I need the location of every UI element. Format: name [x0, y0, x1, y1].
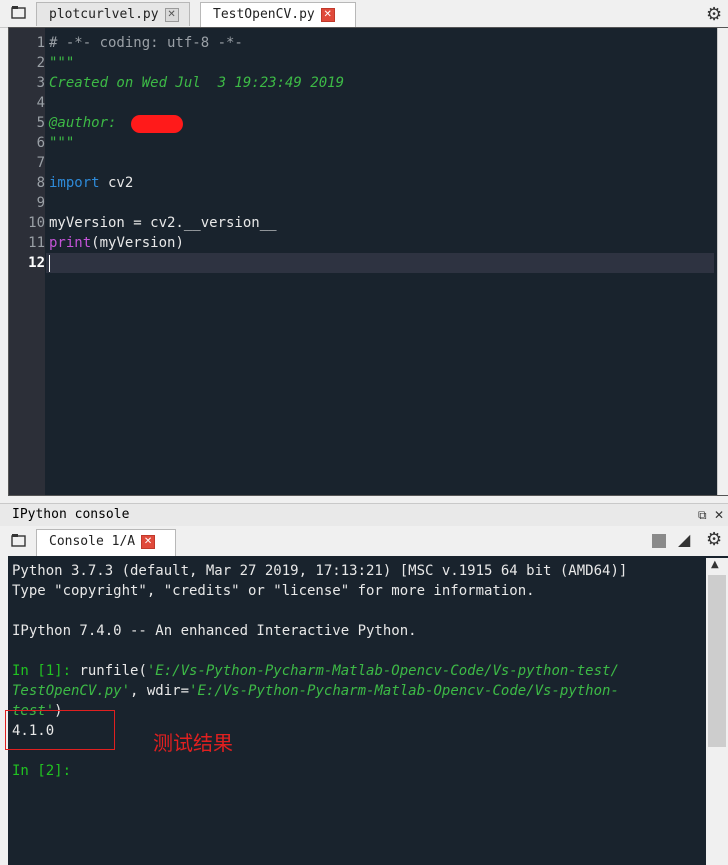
console-text: , wdir=	[130, 683, 190, 699]
close-icon[interactable]: ✕	[141, 534, 156, 549]
code-line: import cv2	[49, 173, 133, 193]
close-icon[interactable]: ✕	[164, 7, 179, 22]
text-caret	[49, 255, 50, 272]
result-highlight-box	[5, 710, 115, 750]
tab-label: TestOpenCV.py	[213, 7, 315, 22]
line-number: 8	[36, 175, 45, 191]
tab-label: Console 1/A	[49, 534, 136, 549]
tab-testopencv[interactable]: TestOpenCV.py ✕	[200, 2, 356, 28]
code-line: """	[49, 55, 75, 71]
editor-tab-bar: plotcurlvel.py ✕ TestOpenCV.py ✕ ⚙	[0, 0, 728, 28]
undock-icon[interactable]: ⧉	[698, 504, 707, 526]
line-number: 10	[28, 215, 45, 231]
input-prompt: In [2]:	[12, 763, 72, 779]
line-number: 3	[36, 75, 45, 91]
browse-tabs-icon[interactable]	[10, 532, 28, 550]
line-number: 1	[36, 35, 45, 51]
code-text: cv2	[99, 175, 134, 191]
console-line: Python 3.7.3 (default, Mar 27 2019, 17:1…	[12, 563, 628, 579]
string-literal: 'E:/Vs-Python-Pycharm-Matlab-Opencv-Code…	[189, 683, 619, 699]
current-line-highlight	[46, 253, 714, 273]
code-line: """	[49, 135, 75, 151]
code-line: print(myVersion)	[49, 233, 184, 253]
close-icon[interactable]: ✕	[714, 504, 724, 526]
line-number: 5	[36, 115, 45, 131]
stop-icon[interactable]	[652, 534, 666, 548]
console-input-line: In [1]: runfile('E:/Vs-Python-Pycharm-Ma…	[12, 661, 619, 681]
builtin: print	[49, 235, 92, 251]
result-annotation: 测试结果	[153, 731, 233, 755]
tab-plotcurlvel[interactable]: plotcurlvel.py ✕	[36, 2, 190, 26]
code-line: myVersion = cv2.__version__	[49, 215, 277, 231]
console-scrollbar-thumb[interactable]	[708, 575, 726, 747]
input-prompt: In [1]:	[12, 663, 72, 679]
console-line: Type "copyright", "credits" or "license"…	[12, 583, 535, 599]
line-number: 4	[36, 95, 45, 111]
line-number: 2	[36, 55, 45, 71]
code-line: # -*- coding: utf-8 -*-	[49, 35, 243, 51]
code-text: (myVersion)	[91, 235, 184, 251]
console-text: runfile(	[71, 663, 147, 679]
string-literal: 'E:/Vs-Python-Pycharm-Matlab-Opencv-Code…	[146, 663, 619, 679]
browse-tabs-icon[interactable]	[10, 4, 28, 22]
line-number-current: 12	[28, 255, 45, 271]
panel-title: IPython console	[12, 507, 130, 522]
line-number: 7	[36, 155, 45, 171]
editor-scrollbar[interactable]	[717, 28, 728, 495]
eraser-icon[interactable]: ◢	[678, 530, 690, 549]
tab-label: plotcurlvel.py	[49, 7, 159, 22]
tab-console-1a[interactable]: Console 1/A ✕	[36, 529, 176, 556]
keyword: import	[49, 175, 100, 191]
gear-icon[interactable]: ⚙	[706, 4, 722, 25]
console-tab-bar: Console 1/A ✕ ◢ ⚙	[0, 526, 728, 556]
code-editor[interactable]: 1 2 3 4 5 6 7 8 9 10 11 12 # -*- coding:…	[8, 27, 728, 496]
line-number: 11	[28, 235, 45, 251]
line-number: 6	[36, 135, 45, 151]
ipython-console[interactable]: Python 3.7.3 (default, Mar 27 2019, 17:1…	[8, 556, 728, 865]
close-icon[interactable]: ✕	[320, 7, 335, 22]
redaction-mark	[131, 115, 183, 133]
line-number: 9	[36, 195, 45, 211]
string-literal: TestOpenCV.py'	[12, 683, 131, 699]
gear-icon[interactable]: ⚙	[706, 529, 722, 550]
scroll-up-icon[interactable]: ▲	[711, 559, 719, 570]
console-panel-title-bar: IPython console ⧉ ✕	[0, 503, 728, 527]
code-line: Created on Wed Jul 3 19:23:49 2019	[49, 75, 345, 91]
code-line: @author:	[49, 115, 125, 131]
console-input-line: TestOpenCV.py', wdir='E:/Vs-Python-Pycha…	[12, 681, 619, 701]
console-line: IPython 7.4.0 -- An enhanced Interactive…	[12, 623, 417, 639]
